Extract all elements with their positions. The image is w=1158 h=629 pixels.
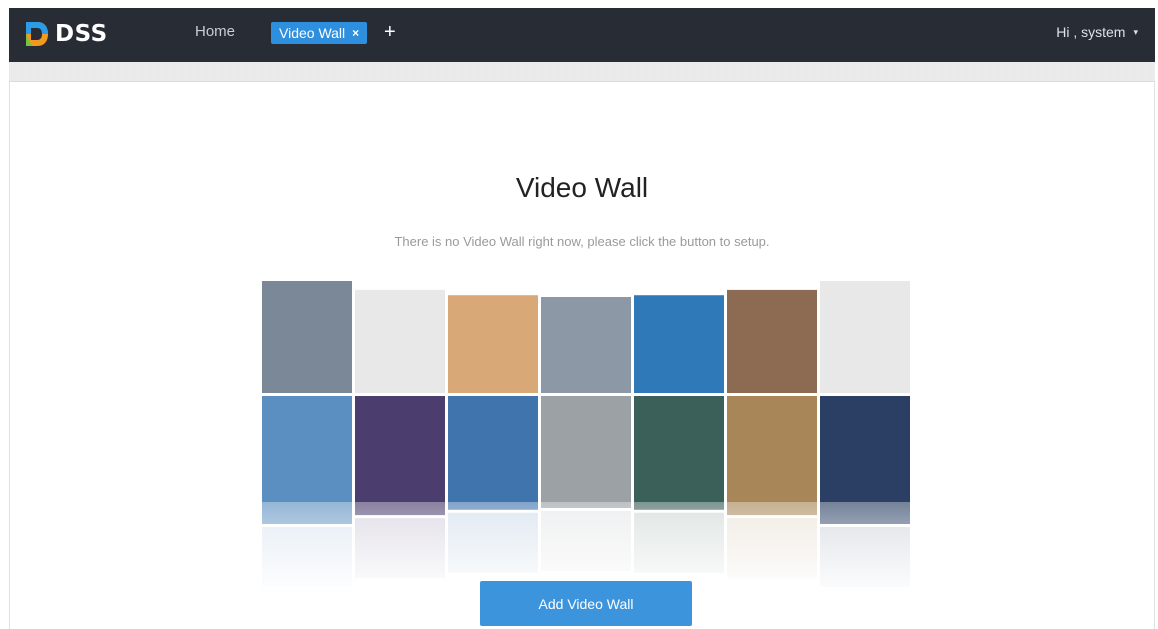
sub-toolbar — [9, 62, 1155, 82]
wall-tile-wheat-field — [727, 396, 817, 516]
wall-tile-snowy-road — [448, 295, 538, 393]
wall-tile-child-photo — [727, 289, 817, 393]
app-name: DSS — [55, 21, 108, 47]
add-tab-icon[interactable]: + — [384, 19, 396, 45]
main-content: Video Wall There is no Video Wall right … — [9, 82, 1155, 629]
chevron-down-icon: ▾ — [1133, 26, 1138, 37]
top-navigation-bar: DSS Home Video Wall × + Hi , system ▾ — [9, 8, 1155, 62]
app-frame: DSS Home Video Wall × + Hi , system ▾ Vi… — [0, 0, 1158, 629]
wall-tile-empty — [820, 281, 910, 393]
wall-tile-bullet-train — [541, 297, 631, 393]
tab-label: Video Wall — [279, 25, 346, 41]
wall-tile-skyscraper — [634, 295, 724, 393]
video-wall-illustration — [262, 281, 910, 597]
add-video-wall-button[interactable]: Add Video Wall — [480, 581, 692, 626]
wall-tile-schoolgirl — [634, 396, 724, 510]
dss-logo[interactable]: DSS — [23, 20, 108, 48]
wall-tile-empty — [355, 289, 445, 393]
wall-tile-airport-terminal — [262, 281, 352, 393]
nav-home-link[interactable]: Home — [195, 23, 235, 40]
close-icon[interactable]: × — [352, 22, 359, 44]
dss-logo-icon — [26, 22, 48, 46]
user-greeting: Hi , system — [1056, 24, 1126, 40]
user-menu[interactable]: Hi , system ▾ — [1056, 24, 1138, 40]
wall-tile-glass-tower — [448, 396, 538, 510]
page-title: Video Wall — [515, 172, 649, 203]
tab-video-wall[interactable]: Video Wall × — [271, 22, 368, 44]
empty-state-message: There is no Video Wall right now, please… — [394, 234, 770, 249]
wall-tile-curved-architecture — [541, 396, 631, 508]
wall-tile-bridge-night — [355, 396, 445, 516]
